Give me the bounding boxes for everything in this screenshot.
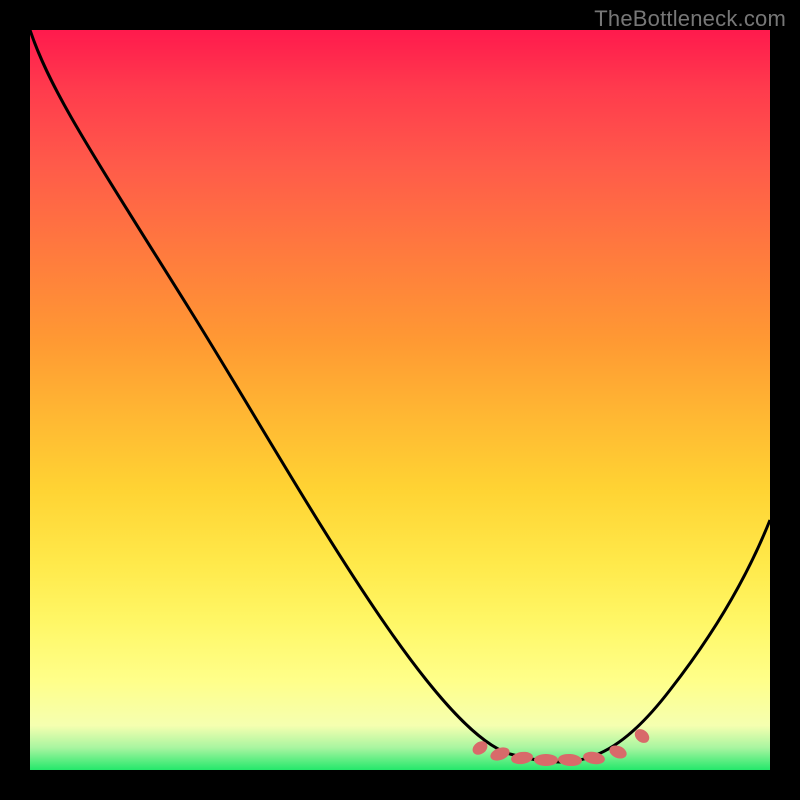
chart-frame: TheBottleneck.com (0, 0, 800, 800)
plot-area (30, 30, 770, 770)
optimal-marker (510, 751, 533, 766)
optimal-marker (534, 754, 558, 766)
bottleneck-curve (30, 30, 770, 762)
optimal-zone-markers (470, 726, 652, 767)
chart-svg (30, 30, 770, 770)
optimal-marker (607, 743, 628, 761)
optimal-marker (489, 745, 512, 763)
optimal-marker (558, 753, 583, 767)
watermark-text: TheBottleneck.com (594, 6, 786, 32)
